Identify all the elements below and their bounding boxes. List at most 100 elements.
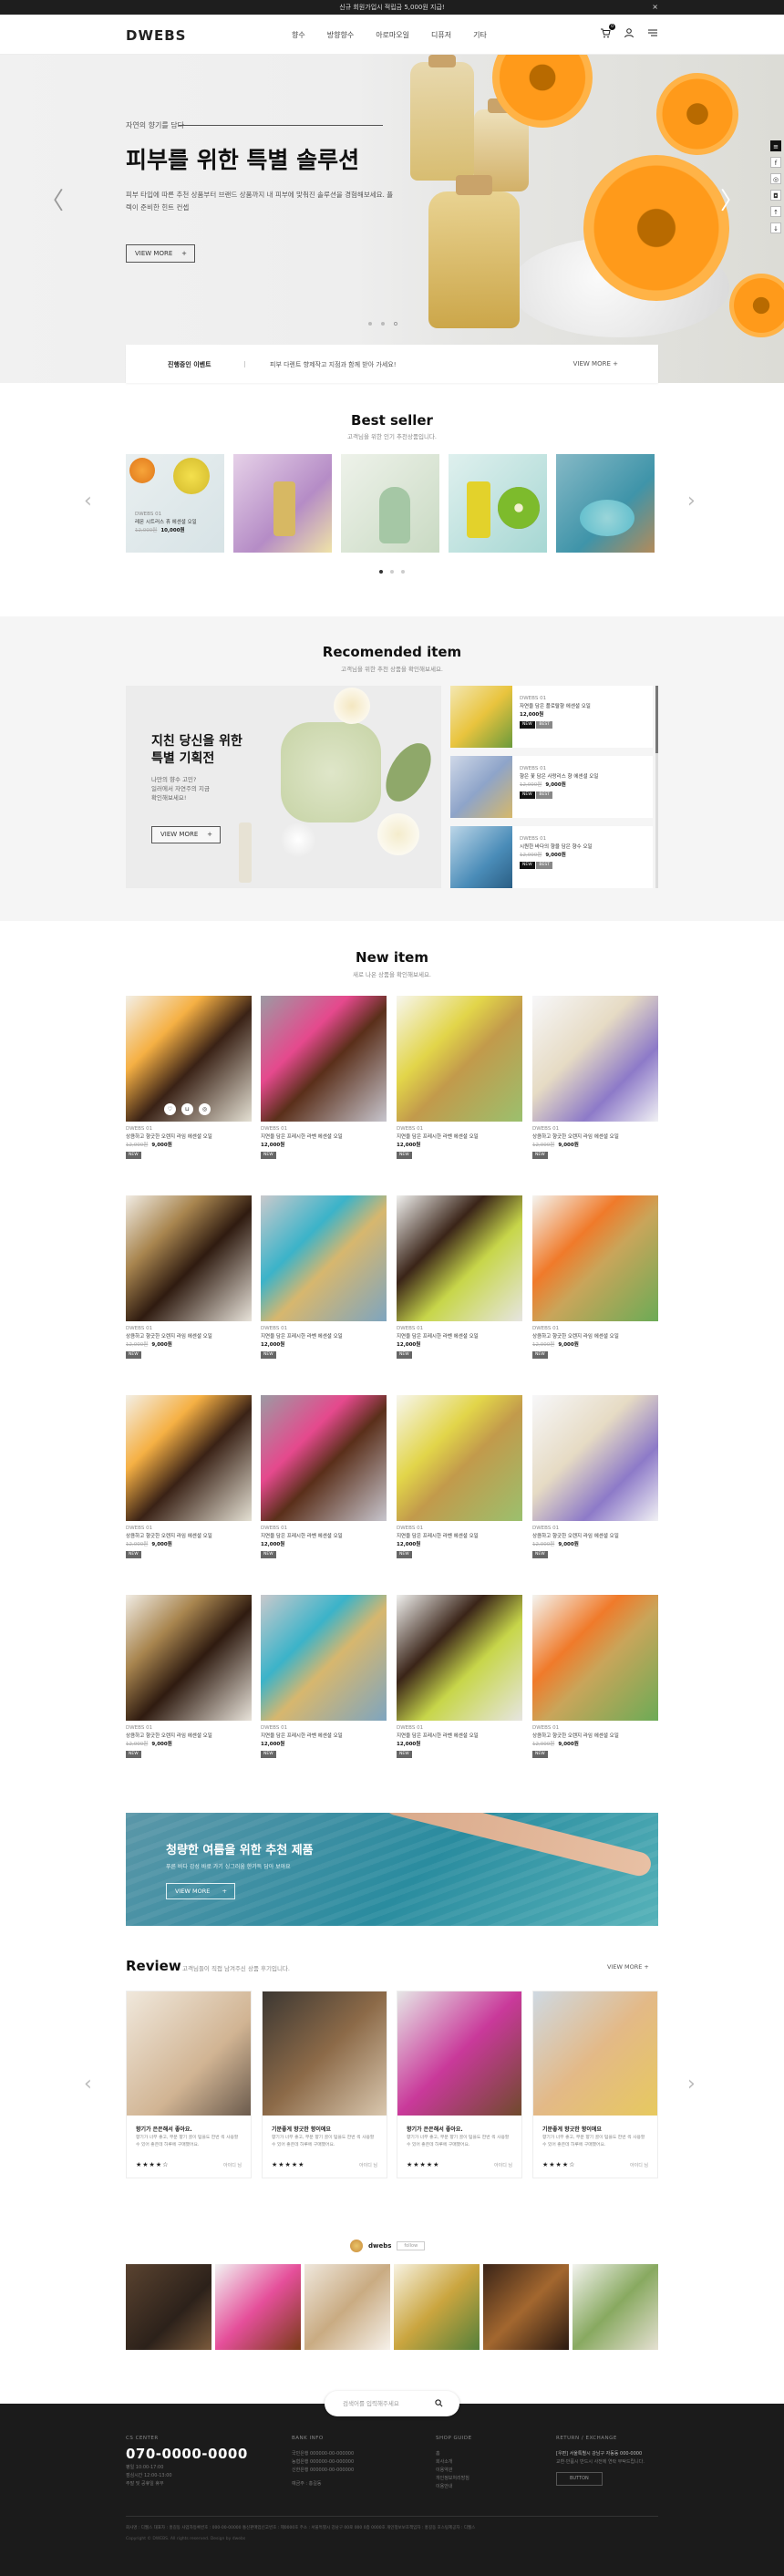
new-product-card[interactable]: DWEBS 01 상큼하고 향긋한 오렌지 라임 에센셜 오일 12,000원 9,0… [126, 1395, 252, 1558]
event-strip[interactable]: 진행중인 이벤트 피부 다렌트 향제작고 지점과 함께 받아 가세요! VIEW… [126, 345, 658, 383]
new-product-card[interactable]: DWEBS 01 지연을 담은 프레시한 라벤 에센셜 오일 12,000원 NEW [261, 996, 387, 1159]
search-input[interactable]: 검색어를 입력해주세요 [325, 2391, 459, 2416]
new-product-card[interactable]: DWEBS 01 지연을 담은 프레시한 라벤 에센셜 오일 12,000원 NEW [397, 1195, 522, 1359]
nav-item-aroma-oil[interactable]: 아로마오일 [376, 30, 409, 40]
recommended-item[interactable]: DWEBS 01 시원한 바다의 향을 담은 향수 오일 12,000원 9,00… [450, 826, 653, 888]
instagram-photo[interactable] [394, 2264, 480, 2350]
review-stars: ★★★★★ [272, 2161, 305, 2168]
footer-link[interactable]: 이용약관 [436, 2467, 472, 2475]
review-card[interactable]: 기분좋게 향긋한 향이에요 향기가 너무 좋고, 부분 향기 골이 텀을도 한번… [262, 1991, 387, 2178]
review-next-arrow[interactable]: › [687, 2073, 696, 2095]
menu-icon[interactable] [647, 27, 658, 41]
footer-link[interactable]: 홈 [436, 2450, 472, 2458]
best-product-card[interactable] [556, 454, 655, 553]
heart-icon[interactable]: ♡ [164, 1103, 176, 1115]
pagination-dot-active[interactable] [394, 322, 397, 326]
nav-item-diffuser[interactable]: 디퓨저 [431, 30, 451, 40]
search-icon[interactable] [435, 2391, 443, 2418]
pagination-dot-active[interactable] [379, 570, 383, 574]
footer-phone[interactable]: 070-0000-0000 [126, 2447, 248, 2461]
facebook-icon[interactable]: f [770, 157, 781, 168]
best-product-card[interactable] [341, 454, 439, 553]
leaf-image [377, 735, 440, 810]
best-product-card[interactable] [233, 454, 332, 553]
promo-view-more-button[interactable]: VIEW MORE + [166, 1883, 235, 1899]
footer-button[interactable]: BUTTON [556, 2472, 603, 2486]
recommended-view-more-button[interactable]: VIEW MORE + [151, 826, 221, 843]
pagination-dot[interactable] [401, 570, 405, 574]
product-name: 상큼하고 향긋한 오렌지 라임 에센셜 오일 [532, 1534, 619, 1539]
user-icon[interactable] [624, 27, 634, 41]
instagram-photo[interactable] [126, 2264, 211, 2350]
new-product-card[interactable]: DWEBS 01 상큼하고 향긋한 오렌지 라임 에센셜 오일 12,000원 9,0… [126, 1195, 252, 1359]
new-product-info: DWEBS 01 상큼하고 향긋한 오렌지 라임 에센셜 오일 12,000원 9,0… [532, 1125, 658, 1159]
nav-item-etc[interactable]: 기타 [473, 30, 487, 40]
top-arrow-icon[interactable]: ↑ [770, 206, 781, 217]
recommended-item[interactable]: DWEBS 01 향은 꽃 담은 사랑리스 향 에센셜 오일 12,000원 9,… [450, 756, 653, 818]
logo[interactable]: DWEBS [126, 27, 186, 44]
new-product-card[interactable]: DWEBS 01 지연을 담은 프레시한 라벤 에센셜 오일 12,000원 NEW [261, 1595, 387, 1758]
event-view-more-link[interactable]: VIEW MORE + [573, 360, 618, 367]
view-icon[interactable]: ◎ [199, 1103, 211, 1115]
review-prev-arrow[interactable]: ‹ [84, 2073, 92, 2095]
new-product-info: DWEBS 01 상큼하고 향긋한 오렌지 라임 에센셜 오일 12,000원 9,0… [126, 1125, 252, 1159]
best-product-card[interactable]: DWEBS 01 레몬 시트러스 휴 에센셜 오일 12,000원 10,000원 [126, 454, 224, 553]
new-product-card[interactable]: DWEBS 01 상큼하고 향긋한 오렌지 라임 에센셜 오일 12,000원 9,0… [126, 1595, 252, 1758]
new-product-card[interactable]: DWEBS 01 지연을 담은 프레시한 라벤 에센셜 오일 12,000원 NEW [397, 996, 522, 1159]
new-badge: NEW [397, 1351, 412, 1359]
best-product-card[interactable] [449, 454, 547, 553]
product-price: 9,000원 [558, 1742, 579, 1747]
review-card-title: 향기가 은은해서 좋아요. [136, 2126, 192, 2133]
review-card[interactable]: 향기가 은은해서 좋아요. 향기가 너무 좋고, 부분 향기 골이 텀을도 한번… [126, 1991, 252, 2178]
review-card[interactable]: 향기가 은은해서 좋아요. 향기가 너무 좋고, 부분 향기 골이 텀을도 한번… [397, 1991, 522, 2178]
cart-icon[interactable]: ⊔ [181, 1103, 193, 1115]
footer-link[interactable]: 개인정보처리방침 [436, 2475, 472, 2483]
product-name: 상큼하고 향긋한 오렌지 라임 에센셜 오일 [126, 1334, 212, 1340]
pagination-dot[interactable] [368, 322, 372, 326]
quick-menu-icon[interactable]: ≡ [770, 140, 781, 151]
instagram-photo[interactable] [483, 2264, 569, 2350]
footer-line: 교환·반품시 반드시 사전에 연락 부탁드립니다. [556, 2459, 645, 2465]
new-product-image [261, 996, 387, 1122]
product-price: 12,000원 [397, 1143, 421, 1148]
review-card[interactable]: 기분좋게 향긋한 향이에요 향기가 너무 좋고, 부분 향기 골이 텀을도 한번… [532, 1991, 658, 2178]
new-product-card[interactable]: DWEBS 01 지연을 담은 프레시한 라벤 에센셜 오일 12,000원 NEW [261, 1395, 387, 1558]
recommended-item[interactable]: DWEBS 01 자연을 담은 플로랄향 에센셜 오일 12,000원 NEW … [450, 686, 653, 748]
close-icon[interactable]: × [652, 0, 658, 15]
instagram-photo[interactable] [304, 2264, 390, 2350]
chat-icon[interactable]: ◘ [770, 190, 781, 201]
pagination-dot[interactable] [390, 570, 394, 574]
new-product-card[interactable]: DWEBS 01 상큼하고 향긋한 오렌지 라임 에센셜 오일 12,000원 9,0… [532, 1195, 658, 1359]
new-product-card[interactable]: DWEBS 01 지연을 담은 프레시한 라벤 에센셜 오일 12,000원 NEW [397, 1395, 522, 1558]
nav-item-room-fragrance[interactable]: 방향향수 [327, 30, 354, 40]
instagram-name[interactable]: dwebs [368, 2242, 391, 2250]
best-next-arrow[interactable]: › [687, 490, 696, 512]
new-product-card[interactable]: DWEBS 01 지연을 담은 프레시한 라벤 에센셜 오일 12,000원 NEW [397, 1595, 522, 1758]
nav-item-perfume[interactable]: 향수 [292, 30, 305, 40]
pagination-dot[interactable] [381, 322, 385, 326]
hero-next-arrow[interactable]: 〉 [720, 182, 744, 216]
cart-icon[interactable]: 0 [600, 24, 615, 41]
follow-button[interactable]: follow [397, 2241, 426, 2250]
review-view-more-link[interactable]: VIEW MORE + [607, 1963, 649, 1971]
product-price: 9,000원 [545, 782, 566, 788]
scrollbar-thumb[interactable] [655, 686, 658, 753]
hero-prev-arrow[interactable]: 〈 [40, 182, 64, 216]
new-product-card[interactable]: DWEBS 01 상큼하고 향긋한 오렌지 라임 에센셜 오일 12,000원 9,0… [532, 1395, 658, 1558]
best-prev-arrow[interactable]: ‹ [84, 490, 92, 512]
instagram-photo[interactable] [573, 2264, 658, 2350]
new-product-card[interactable]: DWEBS 01 상큼하고 향긋한 오렌지 라임 에센셜 오일 12,000원 9,0… [532, 1595, 658, 1758]
footer-link[interactable]: 이용안내 [436, 2483, 472, 2491]
new-product-card[interactable]: ♡ ⊔ ◎ DWEBS 01 상큼하고 향긋한 오렌지 라임 에센셜 오일 12,000원… [126, 996, 252, 1159]
plus-icon: + [181, 250, 187, 257]
instagram-photo[interactable] [215, 2264, 301, 2350]
product-name: 지연을 담은 프레시한 라벤 에센셜 오일 [397, 1534, 479, 1539]
new-product-card[interactable]: DWEBS 01 지연을 담은 프레시한 라벤 에센셜 오일 12,000원 NEW [261, 1195, 387, 1359]
instagram-icon[interactable]: ◎ [770, 173, 781, 184]
new-product-card[interactable]: DWEBS 01 상큼하고 향긋한 오렌지 라임 에센셜 오일 12,000원 9,0… [532, 996, 658, 1159]
review-card-title: 향기가 은은해서 좋아요. [407, 2126, 463, 2133]
recommended-scrollbar[interactable] [655, 686, 658, 888]
bottom-arrow-icon[interactable]: ↓ [770, 222, 781, 233]
hero-view-more-button[interactable]: VIEW MORE + [126, 244, 195, 263]
footer-link[interactable]: 회사소개 [436, 2458, 472, 2467]
